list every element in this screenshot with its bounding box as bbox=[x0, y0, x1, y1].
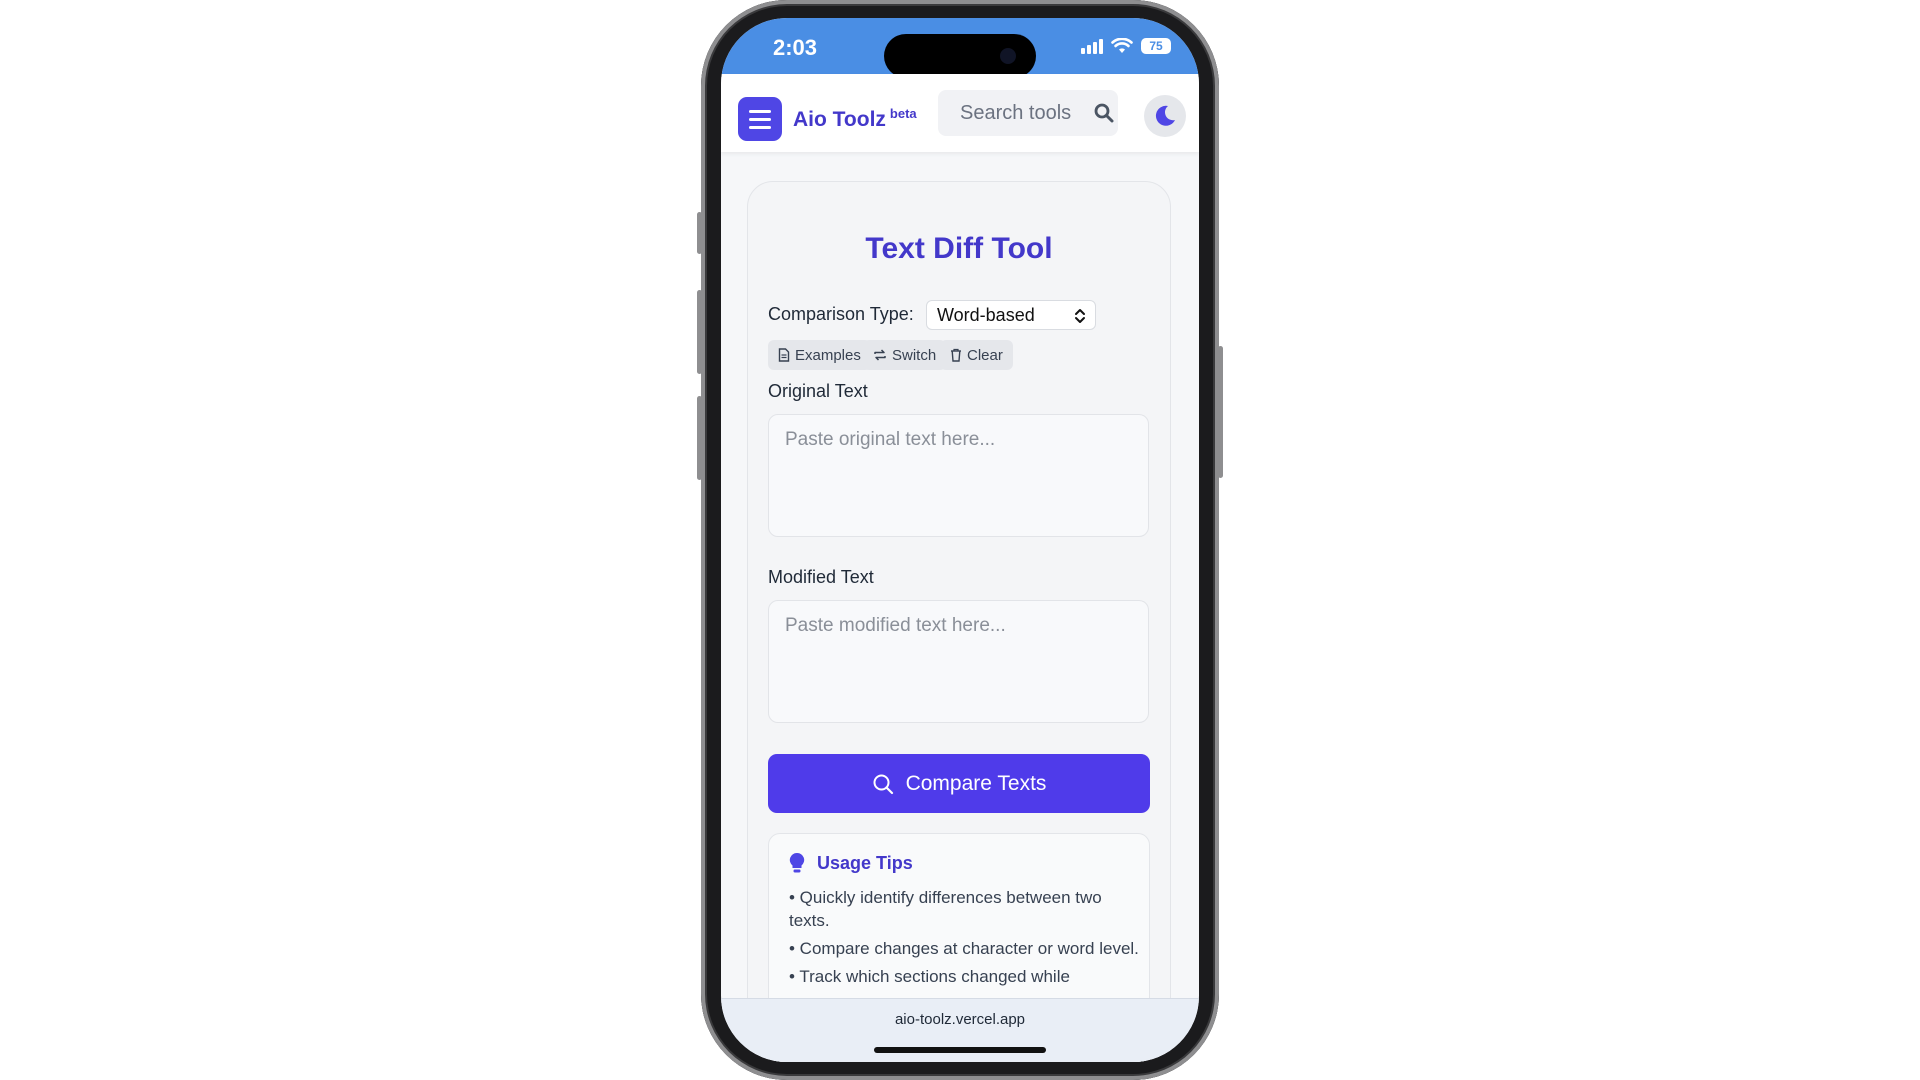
side-button bbox=[697, 212, 702, 254]
phone-screen: 2:03 75 Aio Toolz beta Search tools Text… bbox=[721, 18, 1199, 1062]
moon-icon bbox=[1155, 105, 1175, 126]
swap-icon bbox=[874, 349, 886, 361]
compare-texts-label: Compare Texts bbox=[905, 771, 1047, 795]
tip-item: • Track which sections changed while bbox=[789, 967, 1070, 986]
page-title: Text Diff Tool bbox=[865, 232, 1053, 265]
signal-icon bbox=[1081, 38, 1103, 54]
modified-text-label: Modified Text bbox=[768, 567, 874, 587]
search-input[interactable] bbox=[958, 100, 1082, 126]
switch-label: Switch bbox=[892, 346, 937, 364]
status-icons: 75 bbox=[1081, 38, 1171, 54]
battery-icon: 75 bbox=[1141, 38, 1171, 54]
app-header: Aio Toolz beta bbox=[721, 74, 1199, 152]
lightbulb-icon bbox=[789, 852, 805, 873]
examples-button[interactable]: Examples bbox=[768, 340, 871, 370]
browser-address-bar[interactable]: aio-toolz.vercel.app bbox=[721, 998, 1199, 1062]
select-chevron-icon bbox=[1075, 309, 1085, 323]
volume-down-button bbox=[697, 396, 702, 480]
switch-button[interactable]: Switch bbox=[863, 340, 947, 370]
search-box[interactable] bbox=[938, 90, 1118, 136]
home-indicator[interactable] bbox=[874, 1047, 1046, 1053]
tool-card: Text Diff Tool Comparison Type: Word-bas… bbox=[747, 181, 1171, 1062]
tip-item: • Compare changes at character or word l… bbox=[789, 939, 1139, 958]
status-time: 2:03 bbox=[773, 35, 818, 60]
modified-text-input[interactable] bbox=[768, 600, 1149, 723]
power-button bbox=[1218, 346, 1223, 478]
document-icon bbox=[778, 348, 790, 362]
comparison-type-label: Comparison Type: bbox=[768, 304, 914, 324]
comparison-type-select[interactable]: Word-based bbox=[926, 300, 1096, 330]
hamburger-menu-button[interactable] bbox=[738, 97, 782, 141]
usage-tips-title: Usage Tips bbox=[817, 852, 913, 873]
compare-texts-button[interactable]: Compare Texts bbox=[768, 754, 1150, 813]
clear-label: Clear bbox=[967, 346, 1003, 364]
usage-tips-heading: Usage Tips bbox=[789, 852, 913, 874]
usage-tips-list: • Quickly identify differences between t… bbox=[789, 886, 1139, 993]
brand-name: Aio Toolz bbox=[793, 108, 886, 131]
status-bar: 2:03 75 bbox=[721, 18, 1199, 78]
comparison-type-value: Word-based bbox=[937, 304, 1035, 325]
search-icon bbox=[873, 774, 893, 794]
dark-mode-toggle[interactable] bbox=[1144, 95, 1186, 137]
wifi-icon bbox=[1111, 38, 1133, 53]
volume-up-button bbox=[697, 290, 702, 374]
trash-icon bbox=[951, 348, 961, 362]
dynamic-island bbox=[884, 34, 1036, 78]
examples-label: Examples bbox=[795, 346, 861, 364]
search-icon[interactable] bbox=[1094, 103, 1114, 123]
original-text-label: Original Text bbox=[768, 381, 868, 401]
tip-item: • Quickly identify differences between t… bbox=[789, 888, 1102, 930]
original-text-input[interactable] bbox=[768, 414, 1149, 537]
brand-logo[interactable]: Aio Toolz beta bbox=[793, 106, 917, 132]
beta-badge: beta bbox=[889, 106, 917, 121]
url-text[interactable]: aio-toolz.vercel.app bbox=[721, 1011, 1199, 1028]
clear-button[interactable]: Clear bbox=[940, 340, 1013, 370]
